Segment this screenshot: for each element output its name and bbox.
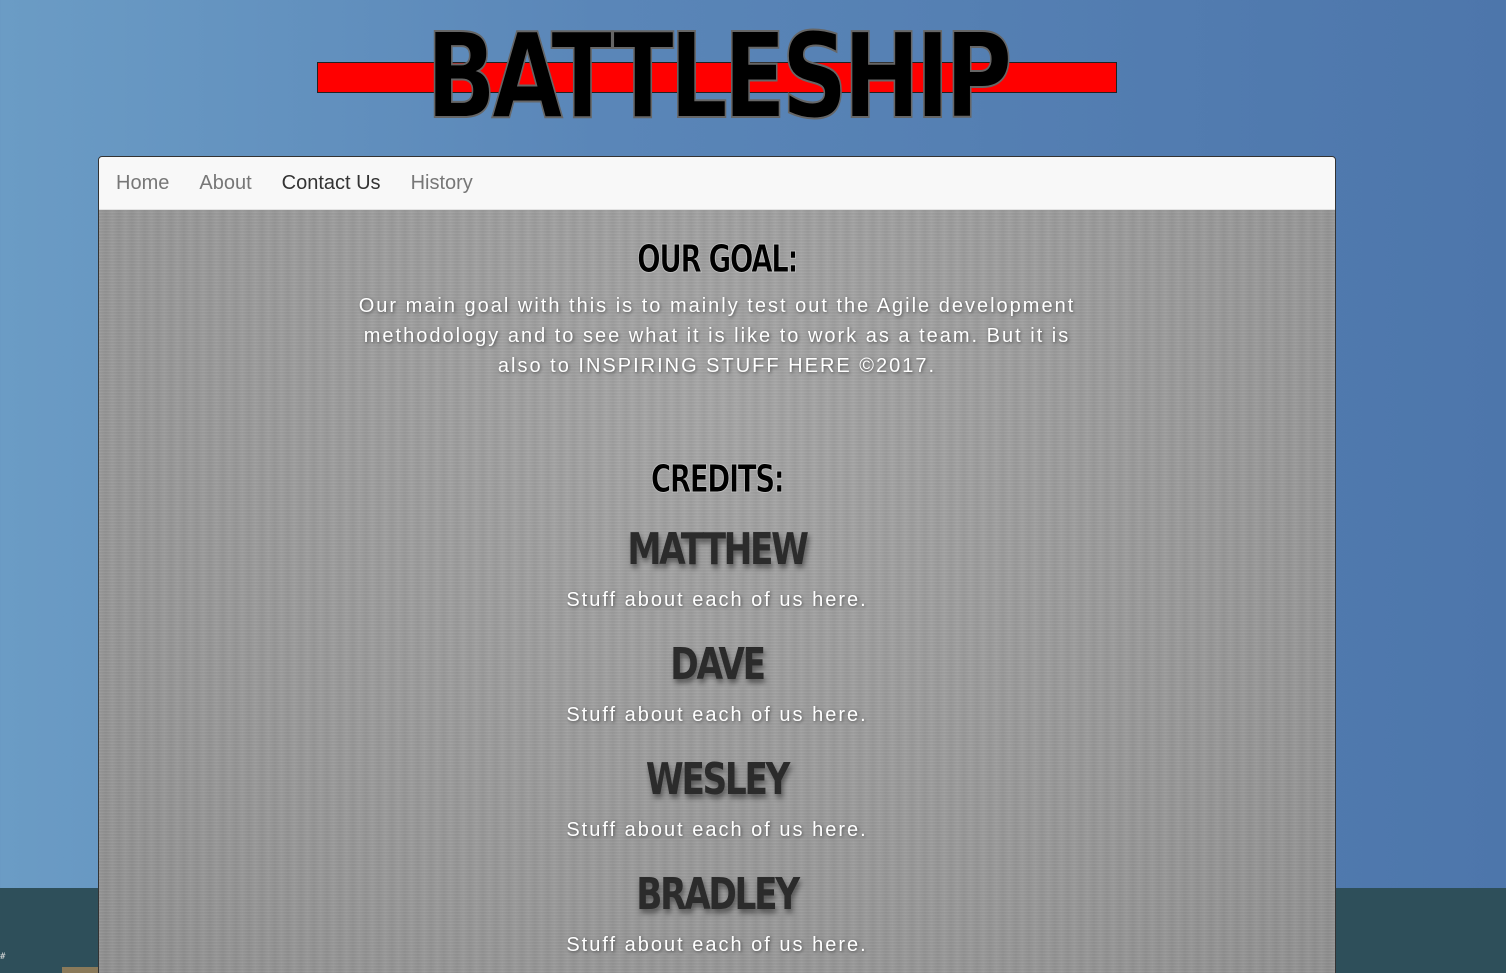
corner-tab bbox=[62, 967, 98, 973]
credit-member: DAVE Stuff about each of us here. bbox=[99, 640, 1335, 727]
member-desc: Stuff about each of us here. bbox=[566, 934, 868, 956]
credit-member: WESLEY Stuff about each of us here. bbox=[99, 755, 1335, 842]
member-desc: Stuff about each of us here. bbox=[566, 819, 868, 841]
member-name: MATTHEW bbox=[627, 524, 809, 575]
member-name: WESLEY bbox=[645, 754, 790, 805]
corner-glyph: # bbox=[0, 952, 6, 962]
member-desc: Stuff about each of us here. bbox=[566, 704, 868, 726]
nav-contact-us[interactable]: Contact Us bbox=[282, 172, 381, 195]
nav-home[interactable]: Home bbox=[116, 172, 169, 195]
credit-member: MATTHEW Stuff about each of us here. bbox=[99, 525, 1335, 612]
navbar: Home About Contact Us History bbox=[99, 157, 1335, 210]
credit-member: BRADLEY Stuff about each of us here. bbox=[99, 870, 1335, 957]
nav-about[interactable]: About bbox=[199, 172, 251, 195]
nav-history[interactable]: History bbox=[411, 172, 473, 195]
battleship-logo: BATTLESHIP bbox=[317, 6, 1117, 146]
credits-heading: Credits: bbox=[650, 457, 785, 502]
member-desc: Stuff about each of us here. bbox=[566, 589, 868, 611]
goal-text: Our main goal with this is to mainly tes… bbox=[358, 295, 1076, 377]
logo-text: BATTLESHIP bbox=[425, 6, 1013, 146]
main-panel: Home About Contact Us History Our Goal: … bbox=[98, 156, 1336, 973]
member-name: DAVE bbox=[670, 639, 766, 690]
goal-heading: Our Goal: bbox=[637, 237, 799, 282]
member-name: BRADLEY bbox=[636, 869, 800, 920]
